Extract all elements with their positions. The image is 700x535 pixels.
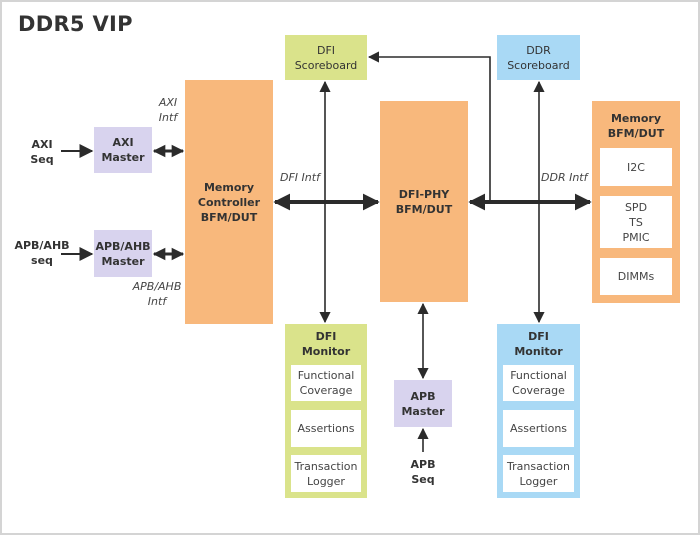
dfi-scoreboard-block[interactable]: DFI Scoreboard [285,35,367,80]
dfi-phy-line1: DFI-PHY [398,187,450,201]
dfi-phy-block[interactable]: DFI-PHY BFM/DUT [380,101,468,302]
apb-ahb-intf-line1: APB/AHB [132,280,182,293]
assertions-label: Assertions [509,422,568,435]
axi-seq-line1: AXI [31,138,53,151]
dimms-label: DIMMs [617,270,655,283]
axi-master-line2: Master [101,151,145,164]
apb-ahb-seq-line2: seq [31,254,53,267]
apb-ahb-master-block[interactable]: APB/AHB Master [94,230,152,277]
mc-line1: Memory [203,180,255,194]
memory-bfm-block[interactable]: Memory BFM/DUT I2C SPD TS PMIC DIMMs [592,101,680,303]
ddr-side-monitor-block[interactable]: DFI Monitor Functional Coverage Assertio… [497,324,580,498]
dfi-scoreboard-line1: DFI [316,43,336,57]
assertions-label: Assertions [297,422,355,435]
transaction-logger-line1: Transaction [294,459,358,473]
dfi-monitor-title: DFI Monitor [285,329,367,359]
apb-seq-line2: Seq [411,473,435,486]
mc-line2: Controller [197,195,261,209]
apb-ahb-seq-label: APB/AHB seq [14,238,70,268]
mc-line3: BFM/DUT [200,210,258,224]
functional-coverage-block[interactable]: Functional Coverage [291,365,361,401]
memory-bfm-title-line2: BFM/DUT [607,127,665,140]
axi-seq-label: AXI Seq [22,137,62,167]
apb-seq-label: APB Seq [403,457,443,487]
functional-coverage-line2: Coverage [299,384,353,397]
axi-master-block[interactable]: AXI Master [94,127,152,173]
assertions-block[interactable]: Assertions [503,410,574,447]
transaction-logger-line1: Transaction [507,459,570,473]
i2c-block[interactable]: I2C [600,148,672,186]
dfi-monitor-title-line2: Monitor [301,345,351,358]
dimms-block[interactable]: DIMMs [600,258,672,295]
ddr-side-monitor-title-line1: DFI [528,330,549,343]
memory-bfm-title: Memory BFM/DUT [592,111,680,141]
dfi-monitor-title-line1: DFI [315,330,337,343]
axi-master-line1: AXI [112,136,134,149]
functional-coverage-line1: Functional [297,369,355,382]
apb-ahb-intf-label: APB/AHB Intf [128,279,186,309]
dfi-monitor-block[interactable]: DFI Monitor Functional Coverage Assertio… [285,324,367,498]
i2c-label: I2C [627,160,645,174]
dfi-intf-label: DFI Intf [280,171,320,184]
apb-ahb-master-line1: APB/AHB [95,239,151,253]
ddr-scoreboard-block[interactable]: DDR Scoreboard [497,35,580,80]
pmic-label: PMIC [622,230,650,244]
ddr-side-monitor-title-line2: Monitor [514,345,563,358]
spd-ts-pmic-block[interactable]: SPD TS PMIC [600,196,672,248]
memory-controller-block[interactable]: Memory Controller BFM/DUT [185,80,273,324]
apb-master-line2: Master [401,404,445,418]
ddr-scoreboard-line1: DDR [526,43,551,57]
dfi-scoreboard-line2: Scoreboard [294,58,358,72]
axi-intf-label: AXI Intf [150,95,186,125]
transaction-logger-block[interactable]: Transaction Logger [291,455,361,492]
functional-coverage-line2: Coverage [512,384,565,397]
functional-coverage-line1: Functional [510,369,567,382]
dfi-phy-line2: BFM/DUT [395,202,453,216]
apb-seq-line1: APB [410,458,436,471]
assertions-block[interactable]: Assertions [291,410,361,447]
memory-bfm-title-line1: Memory [610,112,662,125]
axi-intf-line2: Intf [158,111,178,124]
apb-master-block[interactable]: APB Master [394,380,452,427]
functional-coverage-block[interactable]: Functional Coverage [503,365,574,401]
apb-ahb-master-line2: Master [101,254,145,268]
ddr-scoreboard-line2: Scoreboard [507,58,570,72]
spd-label: SPD [624,200,648,214]
axi-seq-line2: Seq [30,153,54,166]
apb-ahb-intf-line2: Intf [147,295,167,308]
transaction-logger-line2: Logger [307,474,345,488]
apb-ahb-seq-line1: APB/AHB [14,239,70,252]
ddr-intf-label: DDR Intf [541,171,588,184]
transaction-logger-line2: Logger [519,474,558,488]
ts-label: TS [629,215,643,229]
transaction-logger-block[interactable]: Transaction Logger [503,455,574,492]
axi-intf-line1: AXI [158,96,178,109]
ddr-side-monitor-title: DFI Monitor [497,329,580,359]
apb-master-line1: APB [410,389,436,403]
